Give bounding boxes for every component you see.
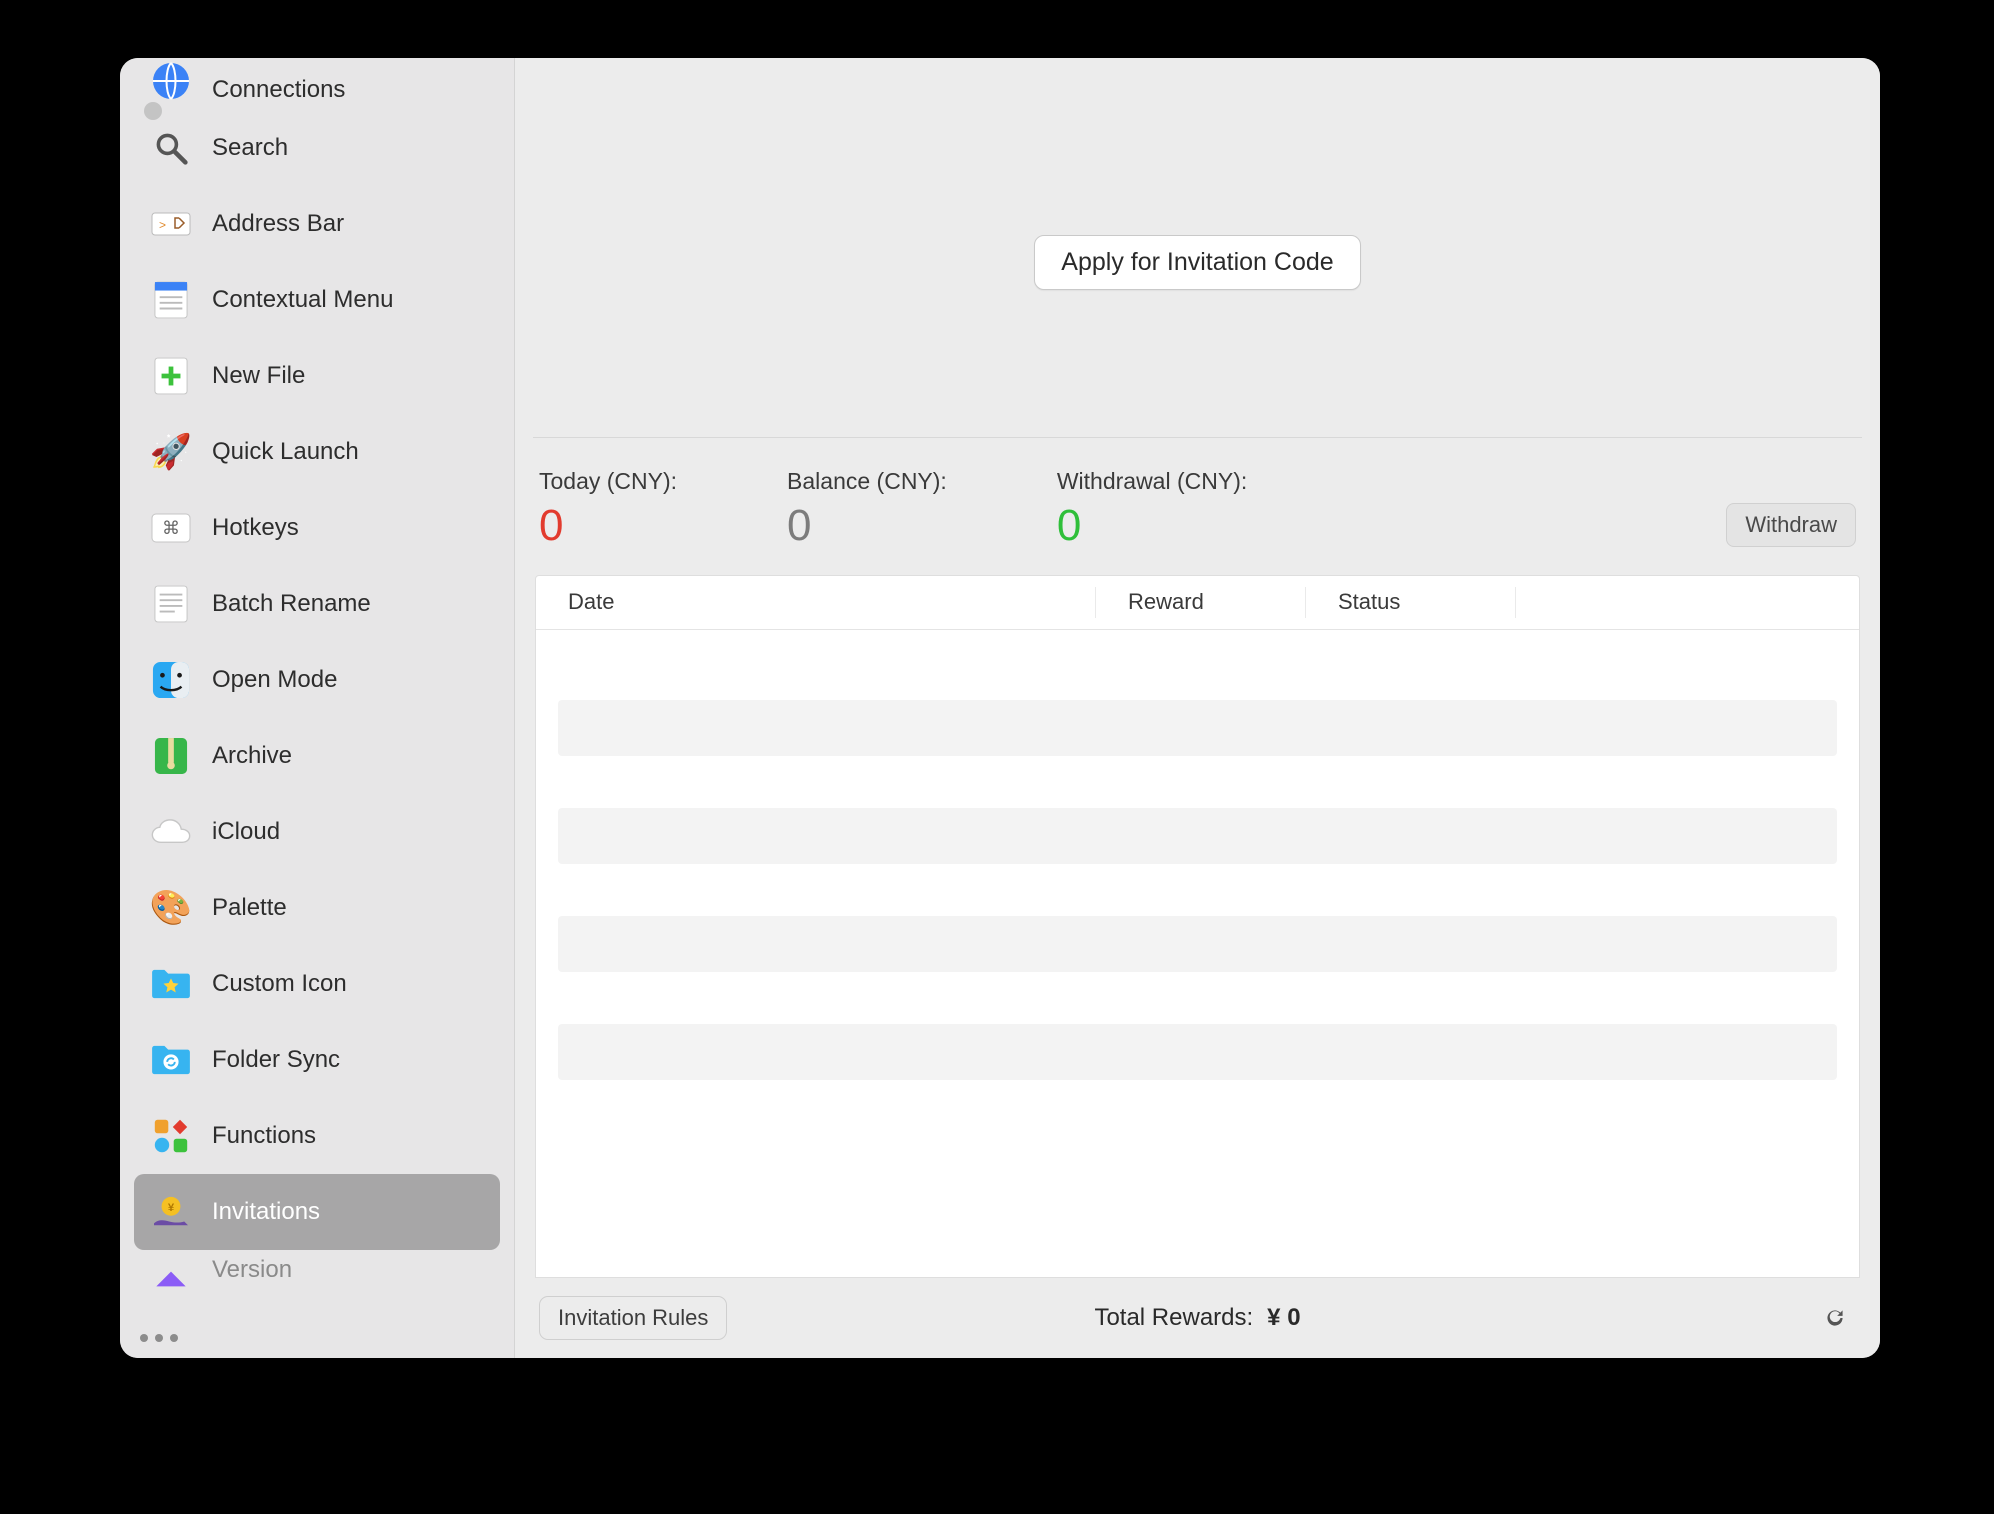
apply-area: Apply for Invitation Code [533,58,1862,438]
sidebar-item-label: Batch Rename [212,590,371,618]
sidebar-item-hotkeys[interactable]: ⌘ Hotkeys [134,490,500,566]
sidebar-item-label: iCloud [212,818,280,846]
dot-icon [155,1334,163,1342]
sidebar-item-custom-icon[interactable]: Custom Icon [134,946,500,1022]
sidebar-list: Connections Search > Address Bar Context… [120,58,514,1320]
sidebar-item-label: Version [212,1256,292,1284]
total-amount: ¥ 0 [1267,1304,1300,1332]
stats-row: Today (CNY): 0 Balance (CNY): 0 Withdraw… [515,438,1880,575]
stat-today: Today (CNY): 0 [539,468,677,551]
menu-icon [148,277,194,323]
stat-label: Withdrawal (CNY): [1057,468,1247,495]
sidebar-item-label: Open Mode [212,666,337,694]
sidebar-item-label: Address Bar [212,210,344,238]
stat-value: 0 [539,501,677,551]
sidebar-item-open-mode[interactable]: Open Mode [134,642,500,718]
sync-folder-icon [148,1037,194,1083]
column-status[interactable]: Status [1306,587,1516,619]
sidebar-item-version[interactable]: Version [134,1250,500,1294]
main-panel: Apply for Invitation Code Today (CNY): 0… [515,58,1880,1358]
sidebar-item-icloud[interactable]: iCloud [134,794,500,870]
sidebar-item-label: Archive [212,742,292,770]
sidebar-item-functions[interactable]: Functions [134,1098,500,1174]
hotkeys-icon: ⌘ [148,505,194,551]
sidebar-item-archive[interactable]: Archive [134,718,500,794]
sidebar-item-label: Functions [212,1122,316,1150]
sidebar-item-label: Search [212,134,288,162]
sidebar-footer-dots[interactable] [120,1320,514,1358]
icloud-icon [148,809,194,855]
table-body [536,630,1859,1080]
apply-invitation-code-button[interactable]: Apply for Invitation Code [1034,235,1360,290]
total-rewards: Total Rewards: ¥ 0 [1094,1304,1300,1332]
column-spacer [1516,587,1859,619]
table-row [558,1024,1837,1080]
dot-icon [140,1334,148,1342]
stat-value: 0 [1057,501,1247,551]
stat-label: Balance (CNY): [787,468,947,495]
search-icon [148,125,194,171]
window-traffic-light[interactable] [144,102,162,120]
sidebar-item-label: Quick Launch [212,438,359,466]
sidebar-item-search[interactable]: Search [134,110,500,186]
sidebar-item-label: Hotkeys [212,514,299,542]
sidebar-item-batch-rename[interactable]: Batch Rename [134,566,500,642]
rewards-table: Date Reward Status [535,575,1860,1278]
total-label: Total Rewards: [1094,1304,1253,1332]
svg-text:¥: ¥ [168,1202,175,1214]
addressbar-icon: > [148,201,194,247]
stat-label: Today (CNY): [539,468,677,495]
footer-bar: Invitation Rules Total Rewards: ¥ 0 [515,1278,1880,1358]
table-row [558,808,1837,864]
stat-withdrawal: Withdrawal (CNY): 0 [1057,468,1247,551]
sidebar-item-label: Contextual Menu [212,286,393,314]
functions-icon [148,1113,194,1159]
sidebar-item-label: Folder Sync [212,1046,340,1074]
finder-icon [148,657,194,703]
column-date[interactable]: Date [536,587,1096,619]
rocket-icon: 🚀 [148,429,194,475]
column-reward[interactable]: Reward [1096,587,1306,619]
sidebar-item-label: New File [212,362,305,390]
sidebar-item-label: Invitations [212,1198,320,1226]
sidebar-item-quick-launch[interactable]: 🚀 Quick Launch [134,414,500,490]
palette-icon: 🎨 [148,885,194,931]
sidebar-item-address-bar[interactable]: > Address Bar [134,186,500,262]
dot-icon [170,1334,178,1342]
sidebar-item-folder-sync[interactable]: Folder Sync [134,1022,500,1098]
svg-text:⌘: ⌘ [162,518,180,538]
sidebar-item-new-file[interactable]: New File [134,338,500,414]
sidebar-item-palette[interactable]: 🎨 Palette [134,870,500,946]
withdraw-button[interactable]: Withdraw [1726,503,1856,547]
sidebar-item-label: Palette [212,894,287,922]
table-row [558,700,1837,756]
globe-icon [148,58,194,104]
rename-icon [148,581,194,627]
plus-icon [148,353,194,399]
coin-hand-icon: ¥ [148,1189,194,1235]
refresh-button[interactable] [1818,1301,1852,1335]
sidebar-item-connections[interactable]: Connections [134,58,500,110]
svg-text:>: > [159,218,166,232]
stat-balance: Balance (CNY): 0 [787,468,947,551]
stat-value: 0 [787,501,947,551]
sidebar-item-label: Custom Icon [212,970,347,998]
sidebar-item-label: Connections [212,76,345,104]
preferences-window: Connections Search > Address Bar Context… [120,58,1880,1358]
sidebar-item-invitations[interactable]: ¥ Invitations [134,1174,500,1250]
refresh-icon [1822,1305,1848,1331]
archive-icon [148,733,194,779]
star-folder-icon [148,961,194,1007]
sidebar: Connections Search > Address Bar Context… [120,58,515,1358]
version-icon [148,1256,194,1302]
sidebar-item-contextual-menu[interactable]: Contextual Menu [134,262,500,338]
invitation-rules-button[interactable]: Invitation Rules [539,1296,727,1340]
table-header: Date Reward Status [536,576,1859,630]
table-row [558,916,1837,972]
